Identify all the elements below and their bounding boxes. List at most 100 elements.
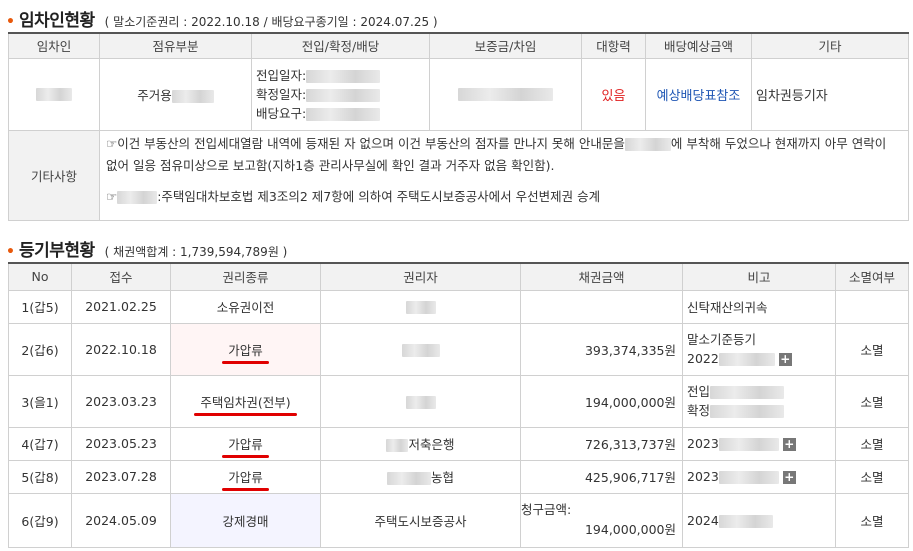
tenant-row: 주거용 전입일자: 확정일자: 배당요구: 있음 예상배당표참조 임차권등기자 — [8, 57, 909, 131]
row-holder — [320, 322, 521, 376]
registry-section-title: 등기부현황 — [18, 241, 95, 261]
row-holder — [320, 289, 521, 324]
row-no: 3(을1) — [8, 374, 72, 428]
table-row: 5(갑8) 2023.07.28 가압류 농협 425,906,717원 202… — [8, 459, 909, 494]
row-status: 소멸 — [835, 426, 909, 461]
row-note: 전입 확정 — [682, 374, 836, 428]
expand-plus-icon[interactable]: + — [778, 353, 792, 366]
note-1: ☞이건 부동산의 전입세대열람 내역에 등재된 자 없으며 이건 부동산의 점자… — [106, 133, 900, 177]
row-date: 2022.10.18 — [71, 322, 171, 376]
registry-section-subtitle: ( 채권액합계 : 1,739,594,789원 ) — [104, 245, 288, 259]
row-amount — [520, 289, 683, 324]
row-status: 소멸 — [835, 374, 909, 428]
row-date: 2023.03.23 — [71, 374, 171, 428]
col-receipt: 접수 — [71, 262, 171, 291]
table-row: 4(갑7) 2023.05.23 가압류 저축은행 726,313,737원 2… — [8, 426, 909, 461]
row-right: 강제경매 — [170, 492, 321, 548]
fixed-date-label: 확정일자: — [256, 86, 307, 102]
row-status: 소멸 — [835, 492, 909, 548]
col-expected-dividend: 배당예상금액 — [645, 32, 752, 59]
col-other: 기타 — [751, 32, 909, 59]
tenant-other: 임차권등기자 — [751, 57, 909, 131]
tenant-name — [8, 57, 100, 131]
note-1-text: ☞이건 부동산의 전입세대열람 내역에 등재된 자 없으며 이건 부동산의 점자… — [106, 135, 625, 151]
claim-amount-label: 청구금액: — [521, 502, 572, 517]
table-row: 3(을1) 2023.03.23 주택임차권(전부) 194,000,000원 … — [8, 374, 909, 428]
row-holder: 농협 — [320, 459, 521, 494]
row-right: 주택임차권(전부) — [170, 374, 321, 428]
dividend-request-label: 배당요구: — [256, 105, 307, 121]
row-holder — [320, 374, 521, 428]
holder-text: 농협 — [430, 470, 454, 485]
row-amount: 726,313,737원 — [520, 426, 683, 461]
tenant-dates: 전입일자: 확정일자: 배당요구: — [251, 57, 430, 131]
row-amount: 청구금액: 194,000,000원 — [520, 492, 683, 548]
table-row: 2(갑6) 2022.10.18 가압류 393,374,335원 말소기준등기… — [8, 322, 909, 376]
occupancy-text: 주거용 — [137, 87, 172, 103]
row-holder: 주택도시보증공사 — [320, 492, 521, 548]
col-right-holder: 권리자 — [320, 262, 521, 291]
tenant-section-subtitle: ( 말소기준권리 : 2022.10.18 / 배당요구종기일 : 2024.0… — [104, 15, 438, 29]
row-right: 소유권이전 — [170, 289, 321, 324]
expand-plus-icon[interactable]: + — [782, 471, 796, 484]
registry-table: No 접수 권리종류 권리자 채권금액 비고 소멸여부 1(갑5) 2021.0… — [8, 262, 909, 548]
row-date: 2021.02.25 — [71, 289, 171, 324]
row-date: 2024.05.09 — [71, 492, 171, 548]
note-line-1: 말소기준등기 — [687, 332, 757, 347]
tenant-opposability: 있음 — [581, 57, 646, 131]
row-no: 4(갑7) — [8, 426, 72, 461]
note-2-prefix: ☞ — [106, 188, 118, 204]
row-no: 6(갑9) — [8, 492, 72, 548]
row-date: 2023.07.28 — [71, 459, 171, 494]
col-no: No — [8, 262, 72, 291]
right-text: 가압류 — [222, 467, 269, 491]
row-right: 가압류 — [170, 459, 321, 494]
col-right-type: 권리종류 — [170, 262, 321, 291]
tenant-table-header: 임차인 점유부분 전입/확정/배당 보증금/차임 대항력 배당예상금액 기타 — [8, 32, 909, 59]
claim-amount-value: 194,000,000원 — [584, 522, 676, 537]
right-text: 주택임차권(전부) — [194, 392, 297, 416]
bullet-icon: • — [6, 14, 15, 30]
col-occupancy: 점유부분 — [99, 32, 252, 59]
row-amount: 194,000,000원 — [520, 374, 683, 428]
expected-dividend-link[interactable]: 예상배당표참조 — [645, 57, 752, 131]
note-text: 2023 — [687, 436, 719, 451]
row-note: 신탁재산의귀속 — [682, 289, 836, 324]
row-note: 말소기준등기 2022 + — [682, 322, 836, 376]
table-row: 1(갑5) 2021.02.25 소유권이전 신탁재산의귀속 — [8, 289, 909, 324]
right-text: 가압류 — [222, 340, 269, 364]
tenant-deposit — [429, 57, 582, 131]
note-2: ☞ :주택임대차보호법 제3조의2 제7항에 의하여 주택도시보증공사에서 우선변… — [106, 186, 900, 208]
tenant-occupancy: 주거용 — [99, 57, 252, 131]
row-status: 소멸 — [835, 322, 909, 376]
col-opposability: 대항력 — [581, 32, 646, 59]
col-note: 비고 — [682, 262, 836, 291]
col-move-in: 전입/확정/배당 — [251, 32, 430, 59]
row-no: 5(갑8) — [8, 459, 72, 494]
note-line-1: 전입 — [687, 384, 711, 399]
row-note: 2023 + — [682, 426, 836, 461]
table-row: 6(갑9) 2024.05.09 강제경매 주택도시보증공사 청구금액: 194… — [8, 492, 909, 548]
row-holder: 저축은행 — [320, 426, 521, 461]
note-2-text: :주택임대차보호법 제3조의2 제7항에 의하여 주택도시보증공사에서 우선변제… — [157, 188, 601, 204]
row-no: 1(갑5) — [8, 289, 72, 324]
row-note: 2023 + — [682, 459, 836, 494]
col-tenant: 임차인 — [8, 32, 100, 59]
note-line-2: 2022 — [687, 351, 719, 366]
bullet-icon: • — [6, 244, 15, 260]
row-note: 2024 — [682, 492, 836, 548]
col-extinction: 소멸여부 — [835, 262, 909, 291]
row-status — [835, 289, 909, 324]
tenant-notes-row: 기타사항 ☞이건 부동산의 전입세대열람 내역에 등재된 자 없으며 이건 부동… — [8, 129, 909, 221]
expand-plus-icon[interactable]: + — [782, 438, 796, 451]
registry-section-header: • 등기부현황 ( 채권액합계 : 1,739,594,789원 ) — [6, 236, 287, 261]
move-in-label: 전입일자: — [256, 67, 307, 83]
holder-text: 저축은행 — [408, 437, 455, 452]
notes-label: 기타사항 — [8, 129, 100, 221]
row-amount: 393,374,335원 — [520, 322, 683, 376]
note-text: 2024 — [687, 512, 719, 528]
note-text: 2023 — [687, 469, 719, 484]
row-date: 2023.05.23 — [71, 426, 171, 461]
row-right: 가압류 — [170, 322, 321, 376]
registry-table-header: No 접수 권리종류 권리자 채권금액 비고 소멸여부 — [8, 262, 909, 291]
